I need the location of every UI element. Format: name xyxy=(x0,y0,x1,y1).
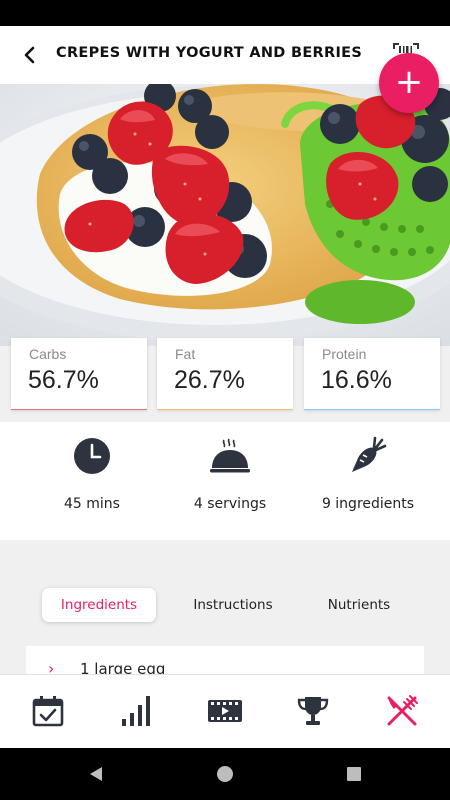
macro-label: Carbs xyxy=(29,346,67,362)
app-screen: CREPES WITH YOGURT AND BERRIES + Carbs 5… xyxy=(0,26,450,748)
macro-accent-line xyxy=(11,409,147,410)
macro-accent-line xyxy=(304,409,440,410)
info-servings-text: 4 servings xyxy=(193,496,267,512)
recipe-photo xyxy=(0,84,450,346)
info-ingredients-text: 9 ingredients xyxy=(321,496,415,512)
carrot-icon xyxy=(346,434,390,478)
plus-icon: + xyxy=(394,61,424,102)
fork-knife-icon xyxy=(387,695,418,726)
calendar-check-icon xyxy=(32,696,64,727)
tab-ingredients[interactable]: Ingredients xyxy=(42,588,156,622)
macro-accent-line xyxy=(157,409,293,410)
info-ingredients: 9 ingredients xyxy=(293,422,443,540)
circle-home-icon xyxy=(217,766,233,782)
serving-dish-icon xyxy=(208,434,252,478)
macro-value: 16.6% xyxy=(321,366,392,394)
info-servings: 4 servings xyxy=(155,422,305,540)
bottom-navigation xyxy=(0,674,450,748)
page-title: CREPES WITH YOGURT AND BERRIES xyxy=(56,45,363,61)
clock-icon xyxy=(70,434,114,478)
video-icon xyxy=(208,700,242,722)
nav-recipes[interactable] xyxy=(380,689,424,733)
macro-label: Fat xyxy=(175,346,196,362)
system-home-button[interactable] xyxy=(213,762,237,786)
nav-achievements[interactable] xyxy=(291,689,335,733)
back-button[interactable] xyxy=(14,40,46,70)
triangle-back-icon xyxy=(90,767,102,781)
nav-progress[interactable] xyxy=(115,689,159,733)
system-back-button[interactable] xyxy=(84,762,108,786)
square-recents-icon xyxy=(347,767,361,781)
tab-instructions[interactable]: Instructions xyxy=(176,588,290,622)
nav-videos[interactable] xyxy=(203,689,247,733)
trophy-icon xyxy=(297,697,329,725)
macro-card-carbs: Carbs 56.7% xyxy=(11,338,147,410)
recipe-info-row: 45 mins 4 servings 9 ingredients xyxy=(0,422,450,540)
tab-nutrients[interactable]: Nutrients xyxy=(304,588,414,622)
system-recents-button[interactable] xyxy=(342,762,366,786)
bar-chart-icon xyxy=(122,696,150,726)
macro-value: 26.7% xyxy=(174,366,245,394)
system-navigation-bar xyxy=(0,748,450,800)
nav-diary[interactable] xyxy=(26,689,70,733)
info-time-text: 45 mins xyxy=(64,496,120,512)
macro-value: 56.7% xyxy=(28,366,99,394)
macro-card-protein: Protein 16.6% xyxy=(304,338,440,410)
macro-card-fat: Fat 26.7% xyxy=(157,338,293,410)
add-button[interactable]: + xyxy=(379,53,439,113)
status-bar xyxy=(0,0,450,26)
info-time: 45 mins xyxy=(17,422,167,540)
back-arrow-icon xyxy=(24,46,35,64)
macro-label: Protein xyxy=(322,346,367,362)
